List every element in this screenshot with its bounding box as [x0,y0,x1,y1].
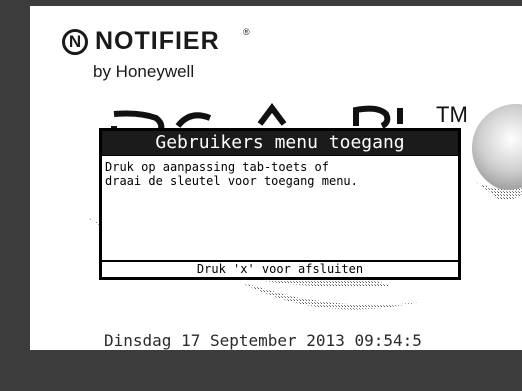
exit-hint[interactable]: Druk 'x' voor afsluiten [102,261,458,277]
frame-left-edge [0,0,30,391]
trademark-mark: TM [436,102,468,127]
splash-sphere [472,104,522,192]
dialog-body: Druk op aanpassing tab-toets of draai de… [102,156,458,277]
user-menu-access-dialog: Gebruikers menu toegang Druk op aanpassi… [99,128,461,280]
dialog-message: Druk op aanpassing tab-toets of draai de… [105,160,453,188]
dialog-message-line: draai de sleutel voor toegang menu. [105,174,358,188]
bottom-status-bar [30,350,522,391]
registered-mark: ® [243,27,250,37]
notifier-logo: N NOTIFIER ® by Honeywell [30,24,290,94]
dialog-title: Gebruikers menu toegang [102,131,458,155]
dialog-message-line: Druk op aanpassing tab-toets of [105,160,329,174]
splash-letter-s [175,112,212,128]
splash-letter-r [353,105,391,129]
brand-subtitle: by Honeywell [93,62,195,81]
brand-name: NOTIFIER [95,27,220,55]
datetime-readout: Dinsdag 17 September 2013 09:54:5 [104,331,422,350]
splash-letter-a [257,103,287,126]
notifier-logo-mark: N [62,29,88,55]
